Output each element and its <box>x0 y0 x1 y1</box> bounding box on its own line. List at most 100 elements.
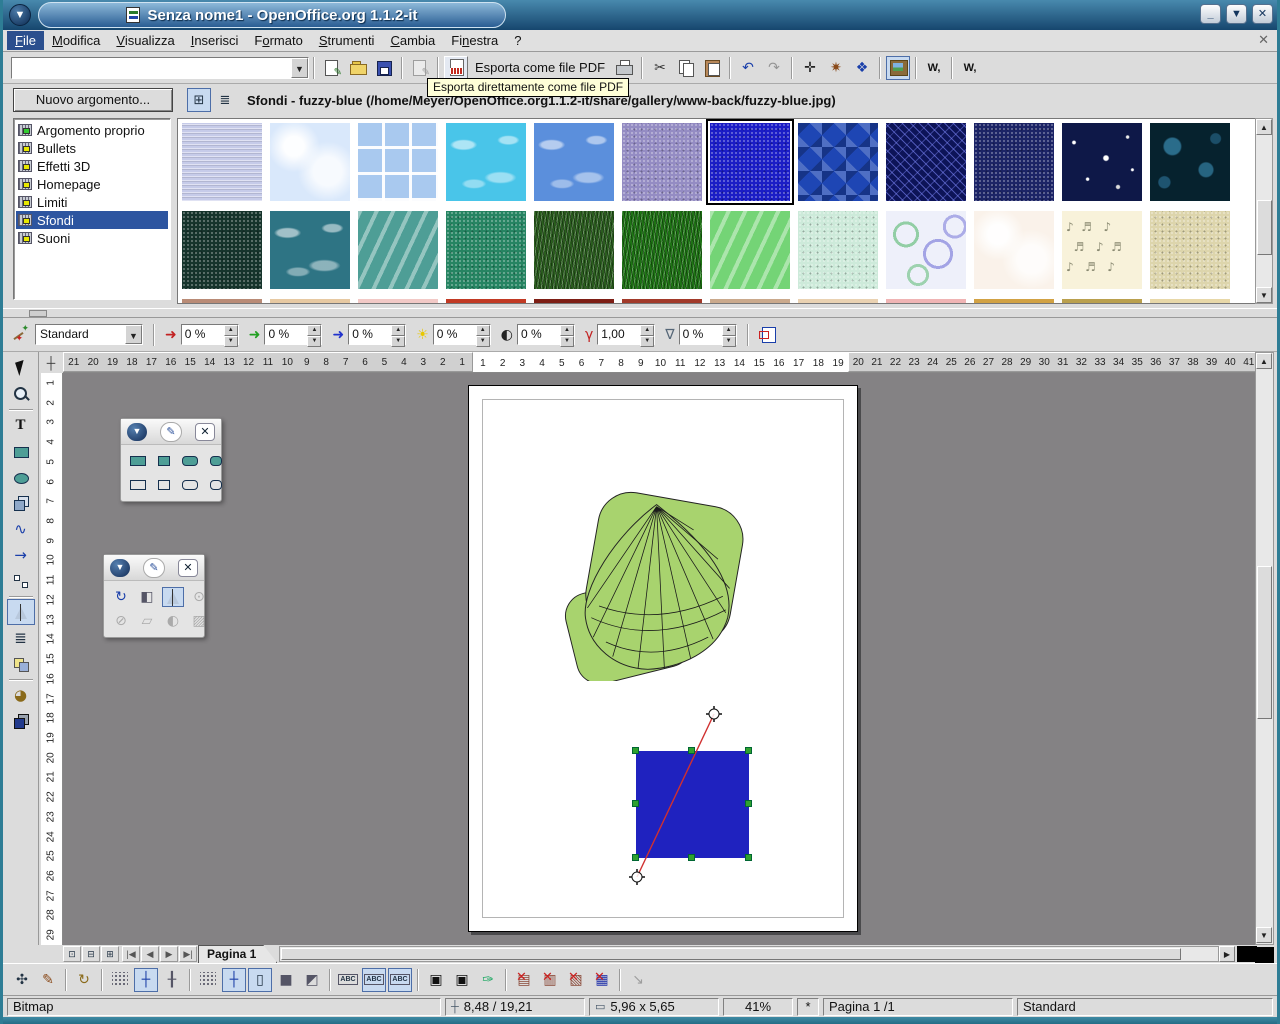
spin-buttons[interactable]: ▲▼ <box>224 325 238 344</box>
floatbar-detach-button[interactable]: ✎ <box>160 422 182 442</box>
insert-tool[interactable]: ◕ <box>7 682 35 708</box>
print-button[interactable] <box>612 56 636 80</box>
gallery-thumb-partial[interactable] <box>974 299 1054 304</box>
in-3d-rotation-button[interactable] <box>162 587 184 607</box>
gallery-theme-argomento-proprio[interactable]: Argomento proprio <box>16 121 168 139</box>
snap-to-object-border-button[interactable]: ■ <box>274 968 298 992</box>
selection-handle[interactable] <box>688 854 695 861</box>
arrange-tool[interactable] <box>7 651 35 677</box>
first-page-icon[interactable]: |◀ <box>122 946 140 962</box>
gallery-theme-bullets[interactable]: Bullets <box>16 139 168 157</box>
filter-wand-icon[interactable] <box>11 326 29 343</box>
scroll-down-icon[interactable]: ▼ <box>1256 287 1272 303</box>
gallery-thumb-rings-pastel[interactable] <box>886 211 966 289</box>
gamma-spinner[interactable]: 1,00▲▼ <box>597 324 655 345</box>
graphics-mode-combobox[interactable]: Standard ▼ <box>35 324 143 345</box>
w-arrow-button[interactable]: W, <box>958 56 982 80</box>
snap-to-margins-button[interactable]: ▯ <box>248 968 272 992</box>
object-placeholder-button[interactable]: ▦ <box>590 968 614 992</box>
gallery-thumb-partial[interactable] <box>358 299 438 304</box>
gallery-thumb-smooth-teal[interactable] <box>358 211 438 289</box>
gallery-thumb-fuzzy-blue[interactable] <box>710 123 790 201</box>
cut-button[interactable]: ✂ <box>648 56 672 80</box>
gallery-thumb-night-stars[interactable] <box>1062 123 1142 201</box>
gallery-thumbnails[interactable] <box>177 118 1257 304</box>
spin-buttons[interactable]: ▲▼ <box>560 325 574 344</box>
selection-handle[interactable] <box>745 747 752 754</box>
floatbar-close-button[interactable]: ✕ <box>178 559 198 577</box>
floatbar-close-button[interactable]: ✕ <box>195 423 215 441</box>
hyperlink-edit-button[interactable]: ✎ <box>36 968 60 992</box>
green-channel-spinner[interactable]: 0 %▲▼ <box>264 324 322 345</box>
selection-handle[interactable] <box>632 800 639 807</box>
new-document-button[interactable] <box>320 56 344 80</box>
gallery-theme-homepage[interactable]: Homepage <box>16 175 168 193</box>
alignment-tool[interactable]: ≣ <box>7 625 35 651</box>
blue-channel-spinner[interactable]: 0 %▲▼ <box>348 324 406 345</box>
gallery-thumb-weave-navy[interactable] <box>974 123 1054 201</box>
rotation-mode-button[interactable]: ↻ <box>72 968 96 992</box>
scroll-up-icon[interactable]: ▲ <box>1256 119 1272 135</box>
gallery-thumb-sand-beige[interactable] <box>1150 211 1230 289</box>
floatbar-menu-button[interactable]: ▼ <box>110 559 130 577</box>
drawing-canvas[interactable]: ▼✎✕ ▼✎✕ ↻◧⊙⊘▱◐▨ <box>63 373 1259 945</box>
3d-objects-tool[interactable] <box>7 490 35 516</box>
status-style[interactable]: Standard <box>1017 998 1273 1016</box>
selection-handle[interactable] <box>688 747 695 754</box>
spin-buttons[interactable]: ▲▼ <box>391 325 405 344</box>
undo-button[interactable]: ↶ <box>736 56 760 80</box>
gallery-thumb-partial[interactable] <box>622 299 702 304</box>
w-question-button[interactable]: W, <box>922 56 946 80</box>
text-tool[interactable]: T <box>7 412 35 438</box>
snap-to-object-points-button[interactable]: ◩ <box>300 968 324 992</box>
contrast-spinner[interactable]: 0 %▲▼ <box>517 324 575 345</box>
selection-handle[interactable] <box>632 747 639 754</box>
dblclick-edit-text-button[interactable]: ABC <box>336 968 360 992</box>
chevron-down-icon[interactable]: ▼ <box>125 325 142 344</box>
hyperlink-dialog-button[interactable]: ❖ <box>850 56 874 80</box>
brightness-spinner[interactable]: 0 %▲▼ <box>433 324 491 345</box>
rectangle-outline-button[interactable] <box>127 475 149 495</box>
3d-lathe-object[interactable] <box>562 491 757 681</box>
gallery-theme-sfondi[interactable]: Sfondi <box>16 211 168 229</box>
lines-arrows-tool[interactable]: → <box>7 542 35 568</box>
gallery-thumb-tiles-blue[interactable] <box>358 123 438 201</box>
scrollbar-thumb[interactable] <box>1257 566 1272 720</box>
selection-handle[interactable] <box>745 800 752 807</box>
create-with-attributes-button[interactable]: ✑ <box>476 968 500 992</box>
gallery-splitter[interactable] <box>3 308 1277 318</box>
menu-visualizza[interactable]: Visualizza <box>108 31 182 50</box>
horizontal-scrollbar[interactable]: ▶ <box>279 946 1235 962</box>
minimize-button[interactable]: _ <box>1200 4 1221 24</box>
red-channel-spinner[interactable]: 0 %▲▼ <box>181 324 239 345</box>
menu-file[interactable]: File <box>7 31 44 50</box>
curve-tool[interactable]: ∿ <box>7 516 35 542</box>
rounded-rectangle-filled-button[interactable] <box>179 451 201 471</box>
large-handles-button[interactable]: ▣ <box>450 968 474 992</box>
gallery-thumb-partial[interactable] <box>798 299 878 304</box>
effects-tool[interactable] <box>7 599 35 625</box>
red-channel-value[interactable]: 0 % <box>182 325 224 344</box>
gallery-scrollbar[interactable]: ▲ ▼ <box>1255 118 1273 304</box>
gallery-thumb-fine-green[interactable] <box>446 211 526 289</box>
scroll-right-icon[interactable]: ▶ <box>1219 946 1235 962</box>
mirror-button[interactable]: ◧ <box>136 587 158 607</box>
selection-handle[interactable] <box>632 854 639 861</box>
maximize-button[interactable]: ▼ <box>1226 4 1247 24</box>
pdf-export-button[interactable] <box>444 56 468 80</box>
scroll-down-icon[interactable]: ▼ <box>1256 927 1272 943</box>
simple-handles-button[interactable]: ▣ <box>424 968 448 992</box>
spin-buttons[interactable]: ▲▼ <box>640 325 654 344</box>
gallery-thumb-partial[interactable] <box>270 299 350 304</box>
show-snap-lines-button[interactable]: ┼ <box>134 968 158 992</box>
gallery-thumb-soft-cream[interactable] <box>974 211 1054 289</box>
zoom-tool[interactable] <box>7 381 35 407</box>
layer-mode-icon[interactable]: ⊟ <box>82 946 100 962</box>
menu-modifica[interactable]: Modifica <box>44 31 108 50</box>
icon-view-icon[interactable]: ⊞ <box>187 88 211 112</box>
scrollbar-thumb[interactable] <box>281 948 1181 960</box>
connector-tool[interactable] <box>7 568 35 594</box>
simple-click-edit-button[interactable]: ABC <box>388 968 412 992</box>
gallery-theme-list[interactable]: Argomento proprioBulletsEffetti 3DHomepa… <box>13 118 171 300</box>
helplines-while-moving-button[interactable]: ╂ <box>160 968 184 992</box>
